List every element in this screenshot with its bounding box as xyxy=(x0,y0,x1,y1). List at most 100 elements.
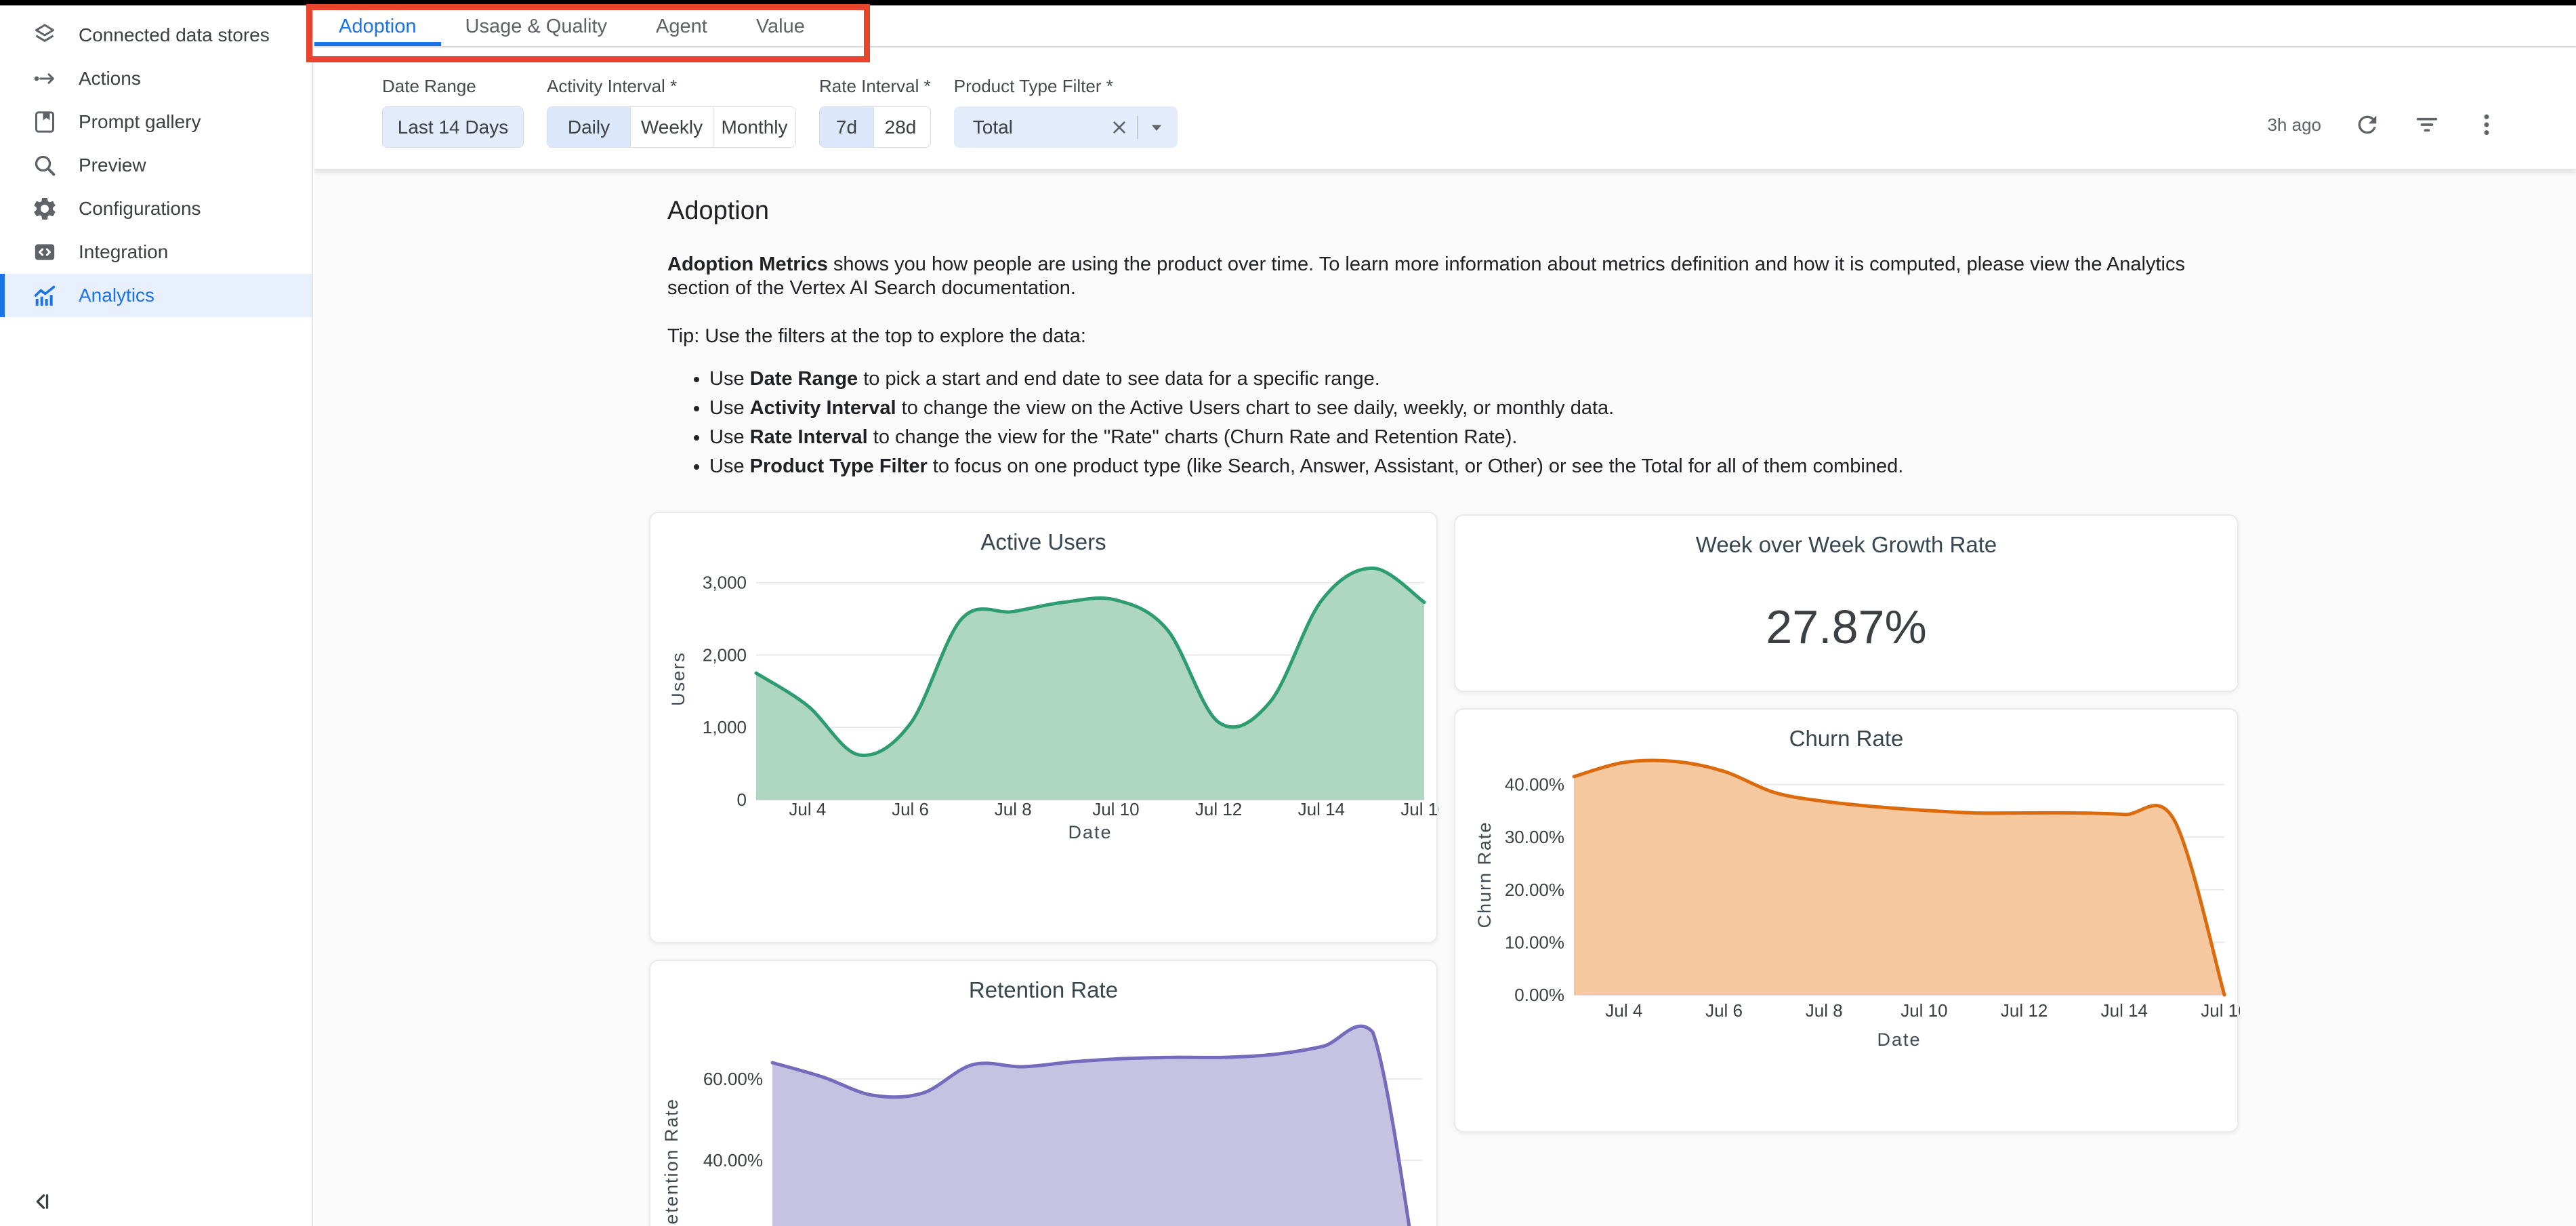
collapse-sidebar-icon[interactable] xyxy=(27,1187,57,1217)
tab-value[interactable]: Value xyxy=(732,5,829,46)
product-type-label: Product Type Filter * xyxy=(954,76,1178,97)
rate-interval-segmented: 7d 28d xyxy=(819,106,931,148)
sidebar-item-preview[interactable]: Preview xyxy=(0,144,312,187)
svg-text:Jul 8: Jul 8 xyxy=(995,799,1032,819)
date-range-button[interactable]: Last 14 Days xyxy=(382,106,524,148)
sidebar-item-analytics[interactable]: Analytics xyxy=(0,274,312,317)
filterbar-meta: 3h ago xyxy=(2267,111,2500,138)
product-type-value: Total xyxy=(973,117,1108,138)
svg-text:60.00%: 60.00% xyxy=(703,1069,763,1089)
retention-rate-chart[interactable]: 0.00%20.00%40.00%60.00%Jul 4Jul 6Jul 8Ju… xyxy=(650,1006,1439,1226)
svg-text:Jul 12: Jul 12 xyxy=(2001,1000,2048,1021)
last-refreshed-text: 3h ago xyxy=(2267,115,2321,136)
sidebar-item-label: Configurations xyxy=(79,198,201,220)
sidebar-item-label: Actions xyxy=(79,68,141,89)
actions-icon xyxy=(31,65,58,92)
more-vert-icon[interactable] xyxy=(2473,111,2500,138)
page-title: Adoption xyxy=(667,197,2192,226)
svg-text:Jul 8: Jul 8 xyxy=(1806,1000,1843,1021)
sidebar-item-label: Prompt gallery xyxy=(79,111,201,133)
sidebar-item-actions[interactable]: Actions xyxy=(0,57,312,100)
svg-text:Jul 14: Jul 14 xyxy=(2101,1000,2148,1021)
svg-text:Jul 10: Jul 10 xyxy=(1900,1000,1947,1021)
rate-interval-filter: Rate Interval * 7d 28d xyxy=(819,76,931,148)
tip-line: Tip: Use the filters at the top to explo… xyxy=(667,325,2192,348)
svg-text:0.00%: 0.00% xyxy=(1514,985,1564,1005)
activity-option-monthly[interactable]: Monthly xyxy=(713,107,795,147)
sidebar-item-label: Integration xyxy=(79,241,168,263)
svg-text:40.00%: 40.00% xyxy=(703,1150,763,1170)
churn-rate-card: Churn Rate 0.00% 10.00% 20.00% 30.00% 40.00%… xyxy=(1454,708,2239,1132)
preview-search-icon xyxy=(31,152,58,179)
intro-bold: Adoption Metrics xyxy=(667,253,828,275)
sidebar: Connected data stores Actions Prompt gal… xyxy=(0,5,313,1226)
sidebar-item-label: Connected data stores xyxy=(79,24,270,46)
filter-bar: Date Range Last 14 Days Activity Interva… xyxy=(314,47,2576,169)
svg-text:Jul 10: Jul 10 xyxy=(1092,799,1139,819)
date-range-label: Date Range xyxy=(382,76,524,97)
sidebar-item-label: Preview xyxy=(79,155,146,176)
activity-option-weekly[interactable]: Weekly xyxy=(630,107,713,147)
svg-text:Churn Rate: Churn Rate xyxy=(1474,821,1495,928)
sidebar-item-connected-data-stores[interactable]: Connected data stores xyxy=(0,14,312,57)
wow-growth-card: Week over Week Growth Rate 27.87% xyxy=(1454,514,2239,692)
svg-text:Jul 14: Jul 14 xyxy=(1298,799,1345,819)
activity-interval-label: Activity Interval * xyxy=(547,76,796,97)
active-users-chart[interactable]: 0 1,000 2,000 3,000 Jul 4 Jul 6 Jul 8 Jul 10 Jul… xyxy=(650,558,1439,945)
refresh-icon[interactable] xyxy=(2354,111,2381,138)
svg-text:30.00%: 30.00% xyxy=(1505,827,1564,847)
svg-text:Jul 4: Jul 4 xyxy=(789,799,826,819)
sidebar-item-integration[interactable]: Integration xyxy=(0,230,312,274)
tab-bar: Adoption Usage & Quality Agent Value xyxy=(314,5,2576,47)
svg-text:Users: Users xyxy=(668,651,688,706)
svg-text:20.00%: 20.00% xyxy=(1505,880,1564,900)
tab-usage-quality[interactable]: Usage & Quality xyxy=(441,5,632,46)
svg-text:10.00%: 10.00% xyxy=(1505,932,1564,952)
clear-filter-icon[interactable] xyxy=(1108,117,1130,138)
activity-option-daily[interactable]: Daily xyxy=(547,107,630,147)
rate-option-28d[interactable]: 28d xyxy=(873,107,927,147)
svg-text:40.00%: 40.00% xyxy=(1505,775,1564,795)
intro-paragraph: Adoption Metrics shows you how people ar… xyxy=(667,253,2192,300)
activity-interval-segmented: Daily Weekly Monthly xyxy=(547,106,796,148)
svg-text:0: 0 xyxy=(737,790,747,810)
svg-text:2,000: 2,000 xyxy=(703,645,747,665)
retention-rate-card: Retention Rate 0.00%20.00%40.00%60.00%Ju… xyxy=(649,960,1438,1226)
tips-list: Use Date Range to pick a start and end d… xyxy=(667,367,2192,478)
svg-text:3,000: 3,000 xyxy=(703,573,747,593)
list-item: Use Date Range to pick a start and end d… xyxy=(709,367,2192,391)
product-type-dropdown[interactable]: Total xyxy=(954,106,1178,148)
sidebar-item-configurations[interactable]: Configurations xyxy=(0,187,312,230)
tab-agent[interactable]: Agent xyxy=(631,5,732,46)
chart-title: Retention Rate xyxy=(650,977,1436,1006)
sidebar-item-prompt-gallery[interactable]: Prompt gallery xyxy=(0,100,312,144)
svg-text:Retention Rate: Retention Rate xyxy=(661,1098,682,1226)
chart-title: Churn Rate xyxy=(1455,726,2237,754)
gear-icon xyxy=(31,195,58,222)
main-area: Adoption Usage & Quality Agent Value Dat… xyxy=(314,5,2576,1226)
svg-text:Date: Date xyxy=(1068,822,1112,842)
chart-title: Week over Week Growth Rate xyxy=(1455,532,2237,560)
rate-option-7d[interactable]: 7d xyxy=(820,107,873,147)
svg-text:Jul 6: Jul 6 xyxy=(892,799,929,819)
filter-list-icon[interactable] xyxy=(2413,111,2440,138)
svg-text:Jul 16: Jul 16 xyxy=(1400,799,1439,819)
churn-rate-chart[interactable]: 0.00% 10.00% 20.00% 30.00% 40.00% Jul 4 Jul 6 J… xyxy=(1455,754,2240,1134)
sidebar-nav-list: Connected data stores Actions Prompt gal… xyxy=(0,5,312,317)
list-item: Use Rate Interval to change the view for… xyxy=(709,426,2192,449)
svg-text:Date: Date xyxy=(1877,1029,1921,1050)
list-item: Use Product Type Filter to focus on one … xyxy=(709,455,2192,478)
sidebar-item-label: Analytics xyxy=(79,285,154,306)
code-integration-icon xyxy=(31,239,58,266)
svg-text:Jul 12: Jul 12 xyxy=(1195,799,1242,819)
chart-title: Active Users xyxy=(650,529,1436,558)
list-item: Use Activity Interval to change the view… xyxy=(709,396,2192,420)
svg-text:Jul 6: Jul 6 xyxy=(1705,1000,1743,1021)
product-type-filter: Product Type Filter * Total xyxy=(954,76,1178,148)
date-range-filter: Date Range Last 14 Days xyxy=(382,76,524,148)
tab-adoption[interactable]: Adoption xyxy=(314,5,441,46)
svg-text:1,000: 1,000 xyxy=(703,717,747,737)
intro-rest: shows you how people are using the produ… xyxy=(667,253,2185,299)
svg-text:Jul 4: Jul 4 xyxy=(1605,1000,1642,1021)
chevron-down-icon[interactable] xyxy=(1145,116,1168,139)
